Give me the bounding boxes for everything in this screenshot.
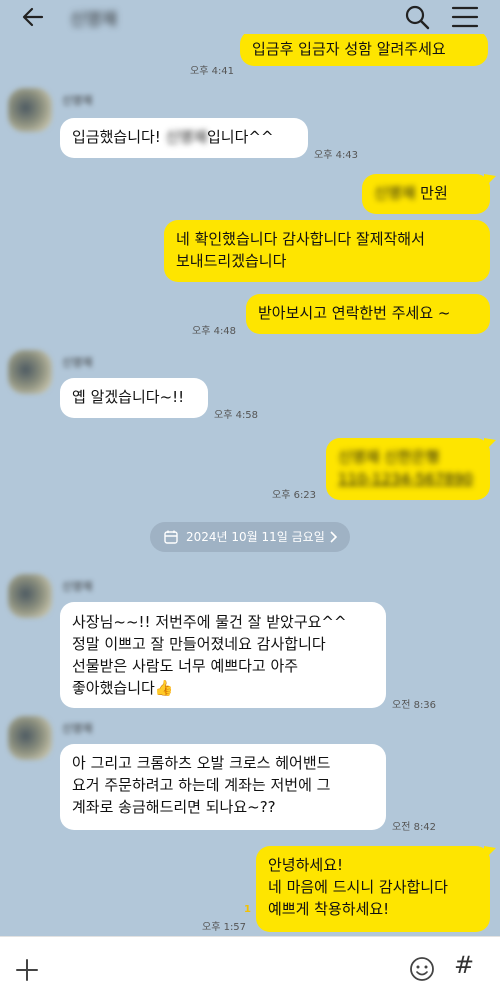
- blurred-name: 신영재: [374, 184, 421, 202]
- message-text: 옙 알겠습니다~!!: [72, 388, 185, 406]
- message-time: 오후 4:41: [190, 66, 235, 77]
- message-time: 오전 8:42: [392, 822, 437, 833]
- blurred-name: 신영재: [165, 128, 207, 146]
- message-input[interactable]: [54, 947, 394, 991]
- sender-name: 신영재: [62, 356, 93, 369]
- message-line: 네 확인했습니다 감사합니다 잘제작해서: [176, 230, 425, 248]
- message-text: 입금했습니다!: [72, 128, 166, 146]
- message-time: 오후 4:58: [214, 410, 259, 421]
- message-text: 받아보시고 연락한번 주세요 ~: [258, 304, 451, 322]
- message-time: 오후 4:48: [192, 326, 237, 337]
- bubble-tail: [484, 846, 496, 860]
- message-line: 예쁘게 착용하세요!: [268, 900, 390, 918]
- my-message[interactable]: 입금후 입금자 성함 알려주세요: [240, 34, 488, 66]
- message-text: 만원: [420, 184, 448, 202]
- their-message[interactable]: 아 그리고 크롬하츠 오발 크로스 헤어밴드 요거 주문하려고 하는데 계좌는 …: [60, 744, 386, 830]
- unread-count: 1: [244, 904, 251, 915]
- message-time: 오전 8:36: [392, 700, 437, 711]
- message-line: 네 마음에 드시니 감사합니다: [268, 878, 448, 896]
- bubble-tail: [484, 174, 496, 188]
- my-message[interactable]: 신영재 신한은행 110-1234-567890: [326, 438, 490, 500]
- my-message[interactable]: 받아보시고 연락한번 주세요 ~: [246, 294, 490, 334]
- blurred-account-number: 110-1234-567890: [338, 470, 473, 488]
- sender-avatar[interactable]: [8, 574, 52, 618]
- sender-avatar[interactable]: [8, 88, 52, 132]
- message-text: 입금후 입금자 성함 알려주세요: [252, 40, 446, 58]
- their-message[interactable]: 입금했습니다! 신영재입니다^^: [60, 118, 308, 158]
- sender-avatar[interactable]: [8, 716, 52, 760]
- sender-name: 신영재: [62, 722, 93, 735]
- thumbs-up-emoji: 👍: [154, 679, 174, 697]
- message-line: 보내드리겠습니다: [176, 252, 287, 270]
- sender-name: 신영재: [62, 580, 93, 593]
- message-line: 아 그리고 크롬하츠 오발 크로스 헤어밴드: [72, 754, 331, 772]
- search-icon[interactable]: [402, 2, 432, 32]
- date-divider[interactable]: 2024년 10월 11일 금요일: [150, 522, 350, 552]
- blurred-account-name: 신영재 신한은행: [338, 448, 440, 466]
- message-line: 계좌로 송금해드리면 되나요~??: [72, 798, 276, 816]
- calendar-icon: [164, 530, 178, 544]
- chevron-right-icon: [330, 531, 338, 543]
- message-time: 오후 1:57: [202, 922, 247, 933]
- hash-button[interactable]: #: [454, 951, 474, 979]
- their-message[interactable]: 사장님~~!! 저번주에 물건 잘 받았구요^^ 정말 이쁘고 잘 만들어졌네요…: [60, 602, 386, 708]
- message-line: 정말 이쁘고 잘 만들어졌네요 감사합니다: [72, 635, 326, 653]
- emoji-icon[interactable]: [408, 955, 436, 983]
- plus-icon[interactable]: [14, 957, 40, 983]
- message-text: 입니다^^: [207, 128, 274, 146]
- chat-messages[interactable]: 입금후 입금자 성함 알려주세요 오후 4:41 신영재 입금했습니다! 신영재…: [0, 34, 500, 936]
- my-message[interactable]: 안녕하세요! 네 마음에 드시니 감사합니다 예쁘게 착용하세요!: [256, 846, 490, 932]
- my-message[interactable]: 네 확인했습니다 감사합니다 잘제작해서 보내드리겠습니다: [164, 220, 490, 282]
- chat-header: 신영재: [0, 0, 500, 34]
- sender-avatar[interactable]: [8, 350, 52, 394]
- message-time: 오후 4:43: [314, 150, 359, 161]
- their-message[interactable]: 옙 알겠습니다~!!: [60, 378, 208, 418]
- back-arrow-icon[interactable]: [18, 2, 48, 32]
- sender-name: 신영재: [62, 94, 93, 107]
- message-line: 선물받은 사람도 너무 예쁘다고 아주: [72, 657, 299, 675]
- date-divider-label: 2024년 10월 11일 금요일: [186, 530, 325, 544]
- message-input-bar: #: [0, 936, 500, 1000]
- hamburger-menu-icon[interactable]: [450, 3, 480, 31]
- message-line: 사장님~~!! 저번주에 물건 잘 받았구요^^: [72, 613, 347, 631]
- message-line: 안녕하세요!: [268, 856, 344, 874]
- message-time: 오후 6:23: [272, 490, 317, 501]
- message-line: 좋아했습니다: [72, 679, 155, 697]
- my-message[interactable]: 신영재 만원: [362, 174, 490, 214]
- message-line: 요거 주문하려고 하는데 계좌는 저번에 그: [72, 776, 331, 794]
- chat-title: 신영재: [70, 10, 117, 30]
- bubble-tail: [484, 438, 496, 452]
